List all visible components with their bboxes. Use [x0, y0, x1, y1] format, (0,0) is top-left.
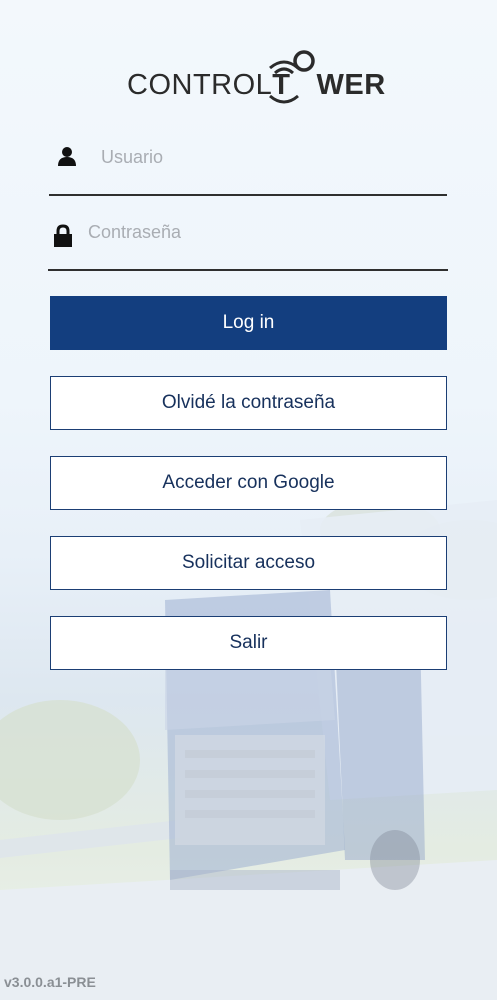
- username-field[interactable]: [49, 136, 447, 196]
- forgot-password-button[interactable]: Olvidé la contraseña: [50, 376, 447, 430]
- logo-text-control: CONTROL: [127, 69, 273, 101]
- password-field[interactable]: [48, 211, 448, 271]
- logo-text-wer: WER: [316, 69, 386, 101]
- lock-icon: [53, 224, 73, 253]
- exit-button[interactable]: Salir: [50, 616, 447, 670]
- user-icon: [57, 146, 77, 171]
- controltower-logo: CONTROLT WER: [0, 50, 497, 108]
- version-label: v3.0.0.a1-PRE: [4, 974, 96, 990]
- google-login-button[interactable]: Acceder con Google: [50, 456, 447, 510]
- login-button[interactable]: Log in: [50, 296, 447, 350]
- request-access-button[interactable]: Solicitar acceso: [50, 536, 447, 590]
- username-input[interactable]: [99, 136, 433, 178]
- signal-waves-icon: [269, 60, 299, 104]
- password-input[interactable]: [86, 211, 420, 253]
